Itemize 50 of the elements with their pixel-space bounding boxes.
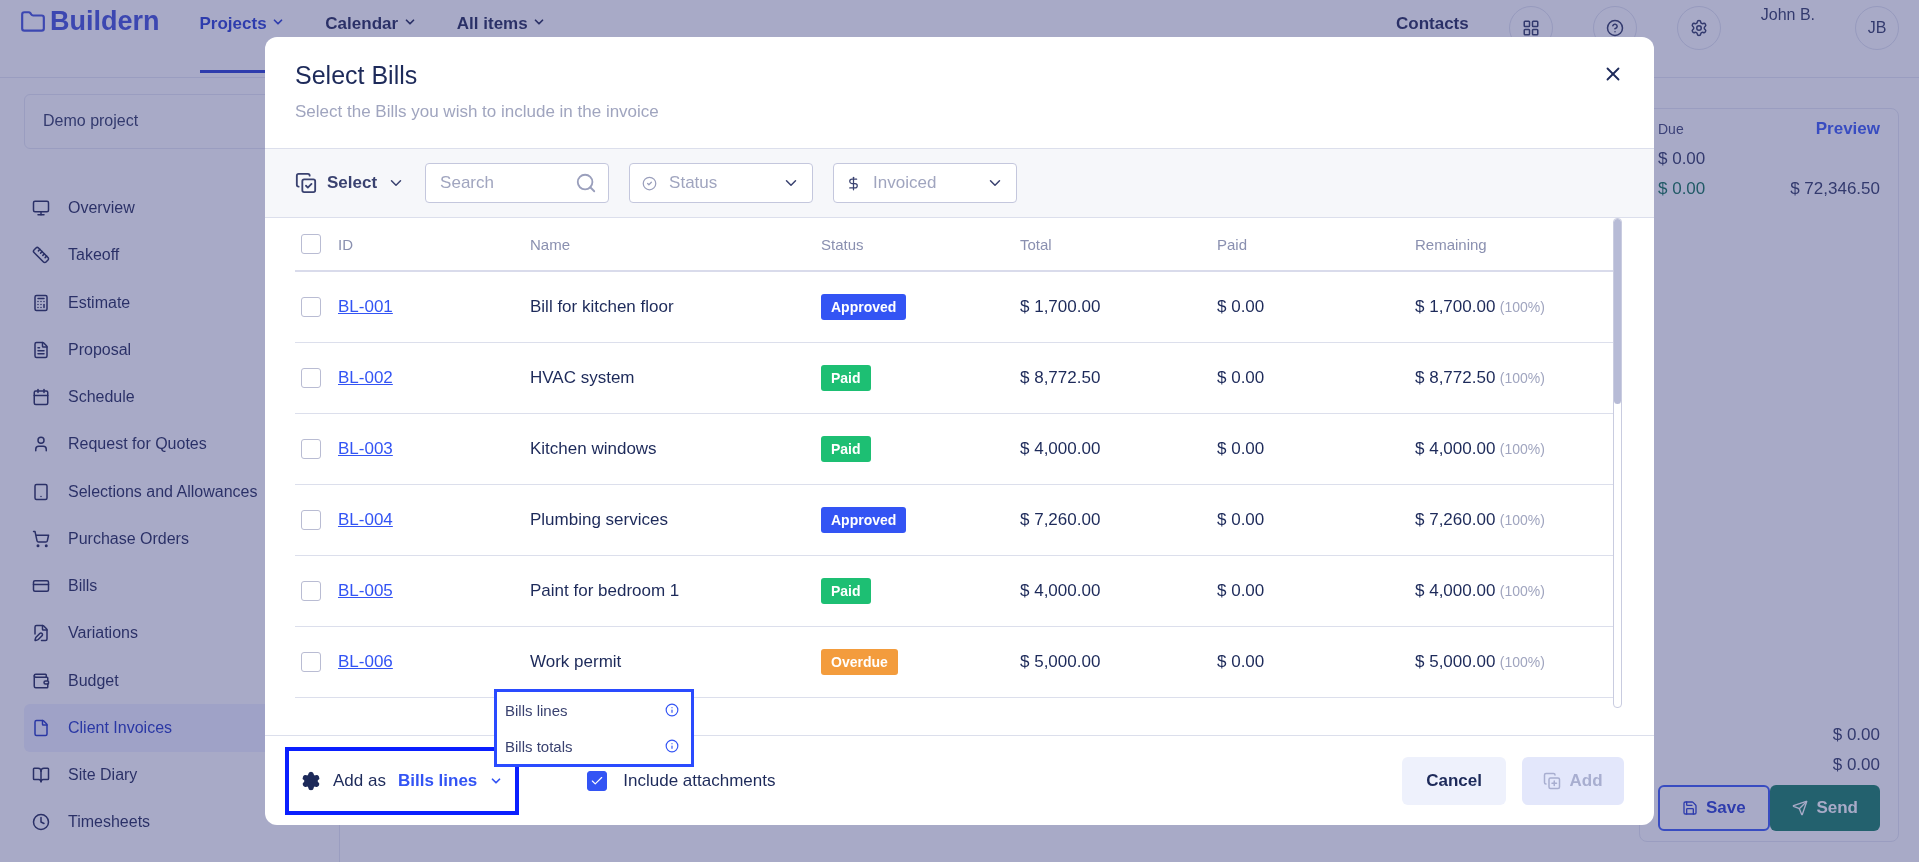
total-cell-text: $ 4,000.00 [1020,581,1102,601]
bill-name: Paint for bedroom 1 [530,581,681,601]
column-header: ID [338,235,354,253]
bill-name: Kitchen windows [530,439,658,459]
total-cell-text: $ 5,000.00 [1020,652,1102,672]
status-tag: Paid [821,365,871,391]
total-cell-text: $ 4,000.00 [1020,439,1102,459]
paid-cell-text: $ 0.00 [1217,297,1266,317]
column-header: Total [1020,235,1053,253]
user-name: John B. [1760,6,1815,24]
status-tag: Approved [821,507,907,533]
remaining-cell: $ 4,000.00 [1415,581,1496,600]
remaining-cell: $ 5,000.00 [1415,652,1496,671]
remaining-cell: $ 4,000.00 [1415,439,1496,458]
percent-text: (100%) [1499,299,1545,315]
paid-cell-text: $ 0.00 [1217,652,1266,672]
percent-text: (100%) [1499,512,1545,528]
due-label: Due [1658,121,1684,137]
paid-cell-text: $ 0.00 [1217,368,1266,388]
remaining-cell: $ 7,260.00 [1415,510,1496,529]
percent-text: (100%) [1499,441,1545,457]
paid-cell-text: $ 0.00 [1217,581,1266,601]
paid-cell-text: $ 0.00 [1217,510,1266,530]
percent-text: (100%) [1499,370,1545,386]
column-header: Name [530,235,571,253]
status-tag: Approved [821,294,907,320]
status-tag: Paid [821,578,871,604]
percent-text: (100%) [1499,583,1545,599]
remaining-cell: $ 8,772.50 [1415,368,1496,387]
remaining-amount: $ 72,346.50 [1790,179,1880,199]
total-cell-text: $ 7,260.00 [1020,510,1102,530]
line-total: $ 0.00 [1831,725,1880,745]
bill-name: HVAC system [530,368,636,388]
total-cell-text: $ 8,772.50 [1020,368,1102,388]
column-header: Paid [1217,235,1249,253]
line-total: $ 0.00 [1831,755,1880,775]
status-tag: Paid [821,436,871,462]
bill-name: Bill for kitchen floor [530,297,675,317]
bill-name: Plumbing services [530,510,669,530]
total-cell-text: $ 1,700.00 [1020,297,1102,317]
column-header: Remaining [1415,235,1488,253]
status-tag: Overdue [821,649,898,675]
remaining-cell: $ 1,700.00 [1415,297,1496,316]
paid-cell-text: $ 0.00 [1217,439,1266,459]
due-amount: $ 0.00 [1658,149,1707,169]
bill-name: Work permit [530,652,623,672]
dialog-title: Select Bills [295,61,419,90]
percent-text: (100%) [1499,654,1545,670]
paid-amount: $ 0.00 [1658,179,1706,199]
column-header: Status [821,235,865,253]
